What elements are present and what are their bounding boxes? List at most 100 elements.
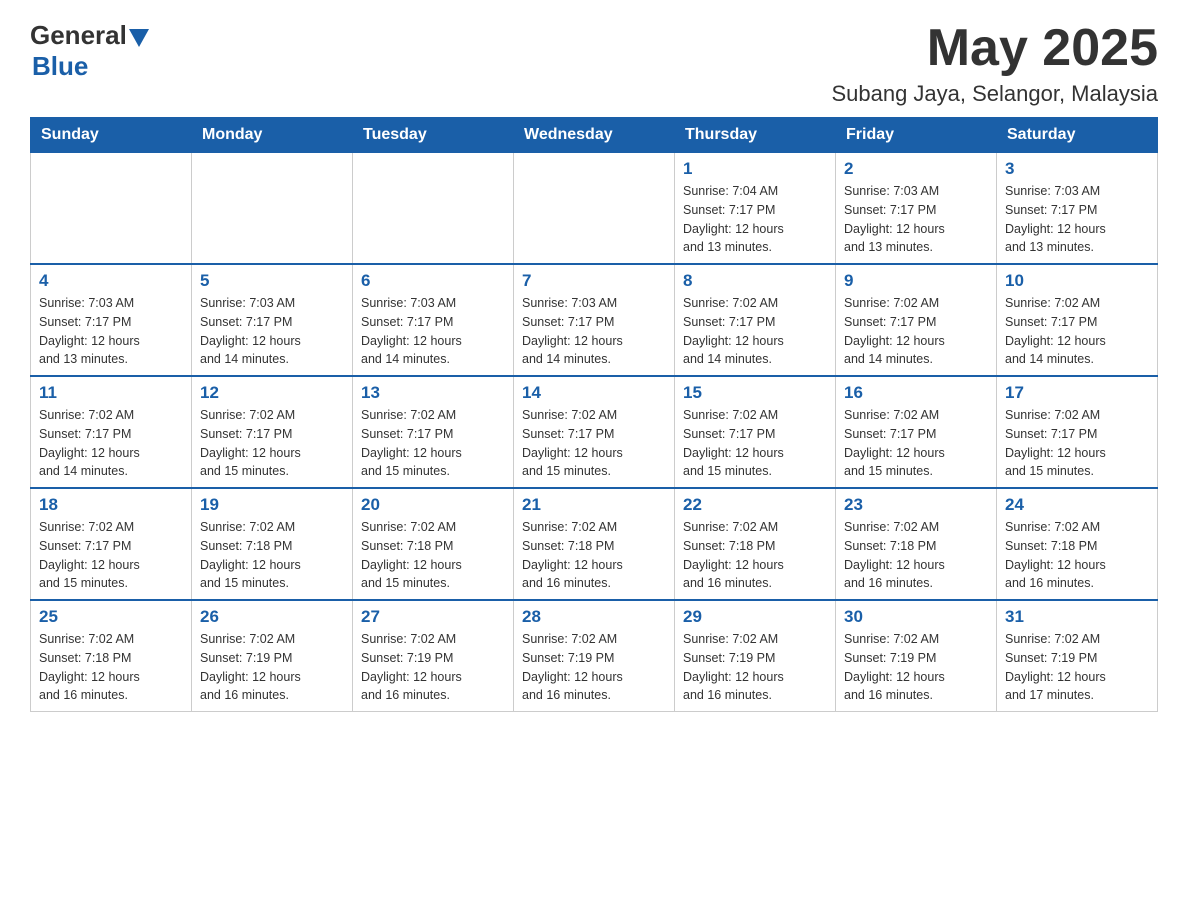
day-number: 28 — [522, 607, 666, 627]
day-number: 21 — [522, 495, 666, 515]
month-title: May 2025 — [831, 20, 1158, 77]
calendar-table: SundayMondayTuesdayWednesdayThursdayFrid… — [30, 117, 1158, 712]
day-info: Sunrise: 7:02 AM Sunset: 7:18 PM Dayligh… — [200, 518, 344, 593]
day-info: Sunrise: 7:02 AM Sunset: 7:17 PM Dayligh… — [522, 406, 666, 481]
day-number: 2 — [844, 159, 988, 179]
calendar-cell: 27 Sunrise: 7:02 AM Sunset: 7:19 PM Dayli… — [353, 600, 514, 712]
calendar-cell: 18Sunrise: 7:02 AM Sunset: 7:17 PM Dayli… — [31, 488, 192, 600]
day-info: Sunrise: 7:04 AM Sunset: 7:17 PM Dayligh… — [683, 182, 827, 257]
day-info: Sunrise: 7:03 AM Sunset: 7:17 PM Dayligh… — [361, 294, 505, 369]
day-info: Sunrise: 7:02 AM Sunset: 7:17 PM Dayligh… — [1005, 406, 1149, 481]
day-info: Sunrise: 7:03 AM Sunset: 7:17 PM Dayligh… — [844, 182, 988, 257]
day-info: Sunrise: 7:02 AM Sunset: 7:17 PM Dayligh… — [683, 294, 827, 369]
day-number: 12 — [200, 383, 344, 403]
day-number: 26 — [200, 607, 344, 627]
day-info: Sunrise: 7:02 AM Sunset: 7:18 PM Dayligh… — [683, 518, 827, 593]
day-info: Sunrise: 7:03 AM Sunset: 7:17 PM Dayligh… — [39, 294, 183, 369]
day-info: Sunrise: 7:02 AM Sunset: 7:17 PM Dayligh… — [844, 294, 988, 369]
day-info: Sunrise: 7:02 AM Sunset: 7:19 PM Dayligh… — [844, 630, 988, 705]
calendar-week-row: 11 Sunrise: 7:02 AM Sunset: 7:17 PM Dayli… — [31, 376, 1158, 488]
day-number: 23 — [844, 495, 988, 515]
calendar-cell: 20 Sunrise: 7:02 AM Sunset: 7:18 PM Dayli… — [353, 488, 514, 600]
day-number: 1 — [683, 159, 827, 179]
calendar-cell — [192, 153, 353, 265]
weekday-header-row: SundayMondayTuesdayWednesdayThursdayFrid… — [31, 118, 1158, 153]
day-info: Sunrise: 7:02 AM Sunset: 7:19 PM Dayligh… — [522, 630, 666, 705]
calendar-week-row: 25Sunrise: 7:02 AM Sunset: 7:18 PM Dayli… — [31, 600, 1158, 712]
calendar-cell: 6 Sunrise: 7:03 AM Sunset: 7:17 PM Daylig… — [353, 264, 514, 376]
day-number: 16 — [844, 383, 988, 403]
calendar-cell: 14Sunrise: 7:02 AM Sunset: 7:17 PM Dayli… — [514, 376, 675, 488]
title-area: May 2025 Subang Jaya, Selangor, Malaysia — [831, 20, 1158, 107]
day-number: 31 — [1005, 607, 1149, 627]
day-info: Sunrise: 7:02 AM Sunset: 7:17 PM Dayligh… — [683, 406, 827, 481]
day-number: 29 — [683, 607, 827, 627]
calendar-cell: 12 Sunrise: 7:02 AM Sunset: 7:17 PM Dayli… — [192, 376, 353, 488]
calendar-cell: 28 Sunrise: 7:02 AM Sunset: 7:19 PM Dayli… — [514, 600, 675, 712]
calendar-cell: 16 Sunrise: 7:02 AM Sunset: 7:17 PM Dayli… — [836, 376, 997, 488]
day-number: 4 — [39, 271, 183, 291]
day-info: Sunrise: 7:02 AM Sunset: 7:17 PM Dayligh… — [361, 406, 505, 481]
calendar-cell: 7Sunrise: 7:03 AM Sunset: 7:17 PM Daylig… — [514, 264, 675, 376]
weekday-header-tuesday: Tuesday — [353, 118, 514, 153]
day-number: 5 — [200, 271, 344, 291]
day-number: 27 — [361, 607, 505, 627]
day-number: 30 — [844, 607, 988, 627]
day-info: Sunrise: 7:02 AM Sunset: 7:18 PM Dayligh… — [522, 518, 666, 593]
day-number: 22 — [683, 495, 827, 515]
day-info: Sunrise: 7:02 AM Sunset: 7:17 PM Dayligh… — [39, 518, 183, 593]
day-info: Sunrise: 7:02 AM Sunset: 7:19 PM Dayligh… — [200, 630, 344, 705]
day-number: 7 — [522, 271, 666, 291]
calendar-cell: 31 Sunrise: 7:02 AM Sunset: 7:19 PM Dayli… — [997, 600, 1158, 712]
day-number: 17 — [1005, 383, 1149, 403]
calendar-cell — [514, 153, 675, 265]
day-number: 9 — [844, 271, 988, 291]
day-number: 13 — [361, 383, 505, 403]
day-info: Sunrise: 7:02 AM Sunset: 7:19 PM Dayligh… — [683, 630, 827, 705]
day-info: Sunrise: 7:02 AM Sunset: 7:17 PM Dayligh… — [844, 406, 988, 481]
calendar-cell: 1 Sunrise: 7:04 AM Sunset: 7:17 PM Daylig… — [675, 153, 836, 265]
weekday-header-sunday: Sunday — [31, 118, 192, 153]
calendar-cell: 11 Sunrise: 7:02 AM Sunset: 7:17 PM Dayli… — [31, 376, 192, 488]
day-info: Sunrise: 7:02 AM Sunset: 7:17 PM Dayligh… — [200, 406, 344, 481]
logo-general-text: General — [30, 20, 127, 51]
calendar-cell: 13 Sunrise: 7:02 AM Sunset: 7:17 PM Dayli… — [353, 376, 514, 488]
day-number: 11 — [39, 383, 183, 403]
weekday-header-friday: Friday — [836, 118, 997, 153]
calendar-cell: 25Sunrise: 7:02 AM Sunset: 7:18 PM Dayli… — [31, 600, 192, 712]
calendar-week-row: 18Sunrise: 7:02 AM Sunset: 7:17 PM Dayli… — [31, 488, 1158, 600]
calendar-cell — [353, 153, 514, 265]
logo: General Blue — [30, 20, 149, 82]
day-info: Sunrise: 7:02 AM Sunset: 7:19 PM Dayligh… — [361, 630, 505, 705]
calendar-week-row: 4 Sunrise: 7:03 AM Sunset: 7:17 PM Daylig… — [31, 264, 1158, 376]
calendar-cell: 22 Sunrise: 7:02 AM Sunset: 7:18 PM Dayli… — [675, 488, 836, 600]
calendar-cell: 8Sunrise: 7:02 AM Sunset: 7:17 PM Daylig… — [675, 264, 836, 376]
calendar-cell: 9 Sunrise: 7:02 AM Sunset: 7:17 PM Daylig… — [836, 264, 997, 376]
calendar-cell: 5 Sunrise: 7:03 AM Sunset: 7:17 PM Daylig… — [192, 264, 353, 376]
day-info: Sunrise: 7:02 AM Sunset: 7:17 PM Dayligh… — [1005, 294, 1149, 369]
calendar-cell: 3Sunrise: 7:03 AM Sunset: 7:17 PM Daylig… — [997, 153, 1158, 265]
calendar-cell: 29 Sunrise: 7:02 AM Sunset: 7:19 PM Dayli… — [675, 600, 836, 712]
day-number: 10 — [1005, 271, 1149, 291]
day-number: 6 — [361, 271, 505, 291]
day-number: 20 — [361, 495, 505, 515]
day-info: Sunrise: 7:02 AM Sunset: 7:18 PM Dayligh… — [361, 518, 505, 593]
day-info: Sunrise: 7:02 AM Sunset: 7:17 PM Dayligh… — [39, 406, 183, 481]
calendar-cell — [31, 153, 192, 265]
calendar-cell: 10 Sunrise: 7:02 AM Sunset: 7:17 PM Dayli… — [997, 264, 1158, 376]
weekday-header-thursday: Thursday — [675, 118, 836, 153]
calendar-cell: 15Sunrise: 7:02 AM Sunset: 7:17 PM Dayli… — [675, 376, 836, 488]
day-number: 19 — [200, 495, 344, 515]
day-info: Sunrise: 7:02 AM Sunset: 7:18 PM Dayligh… — [1005, 518, 1149, 593]
calendar-cell: 17 Sunrise: 7:02 AM Sunset: 7:17 PM Dayli… — [997, 376, 1158, 488]
day-number: 24 — [1005, 495, 1149, 515]
day-info: Sunrise: 7:03 AM Sunset: 7:17 PM Dayligh… — [200, 294, 344, 369]
logo-blue-text: Blue — [32, 51, 88, 82]
day-info: Sunrise: 7:02 AM Sunset: 7:19 PM Dayligh… — [1005, 630, 1149, 705]
calendar-cell: 30 Sunrise: 7:02 AM Sunset: 7:19 PM Dayli… — [836, 600, 997, 712]
day-info: Sunrise: 7:02 AM Sunset: 7:18 PM Dayligh… — [844, 518, 988, 593]
calendar-cell: 4 Sunrise: 7:03 AM Sunset: 7:17 PM Daylig… — [31, 264, 192, 376]
calendar-cell: 2 Sunrise: 7:03 AM Sunset: 7:17 PM Daylig… — [836, 153, 997, 265]
day-number: 3 — [1005, 159, 1149, 179]
calendar-cell: 19 Sunrise: 7:02 AM Sunset: 7:18 PM Dayli… — [192, 488, 353, 600]
